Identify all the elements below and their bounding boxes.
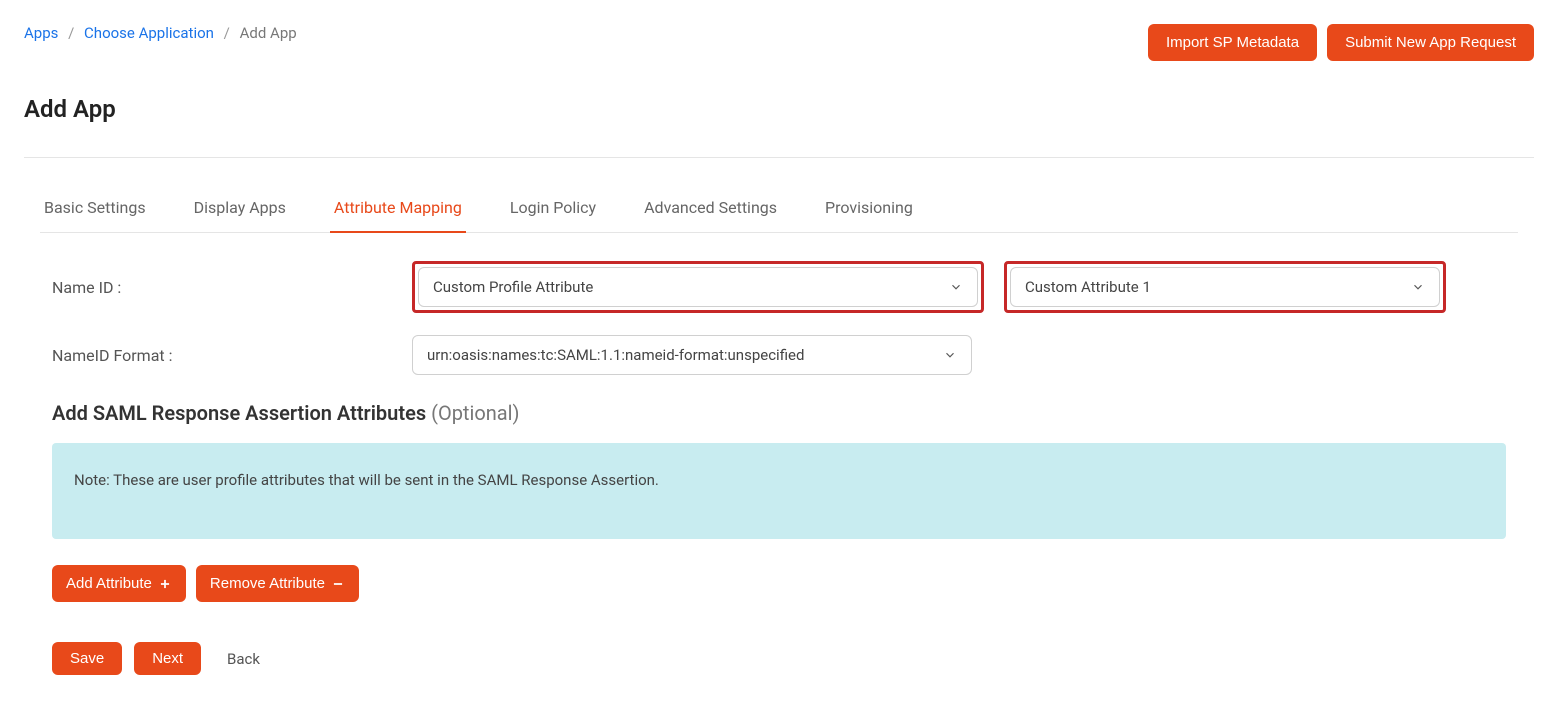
tab-basic-settings[interactable]: Basic Settings xyxy=(40,188,150,233)
breadcrumb-apps[interactable]: Apps xyxy=(24,24,58,42)
name-id-select-value: Custom Profile Attribute xyxy=(433,278,593,296)
nameid-format-select[interactable]: urn:oasis:names:tc:SAML:1.1:nameid-forma… xyxy=(412,335,972,375)
note-text: Note: These are user profile attributes … xyxy=(74,471,659,489)
breadcrumb: Apps / Choose Application / Add App xyxy=(24,24,297,42)
name-id-label: Name ID : xyxy=(52,278,392,297)
top-action-buttons: Import SP Metadata Submit New App Reques… xyxy=(1148,24,1534,61)
custom-attribute-select[interactable]: Custom Attribute 1 xyxy=(1010,267,1440,307)
optional-label: (Optional) xyxy=(431,401,519,425)
save-button[interactable]: Save xyxy=(52,642,122,675)
breadcrumb-choose-application[interactable]: Choose Application xyxy=(84,24,214,42)
tab-bar: Basic Settings Display Apps Attribute Ma… xyxy=(40,188,1518,233)
tab-display-apps[interactable]: Display Apps xyxy=(190,188,290,233)
divider xyxy=(24,157,1534,158)
import-sp-metadata-button[interactable]: Import SP Metadata xyxy=(1148,24,1317,61)
plus-icon xyxy=(158,577,172,591)
back-link[interactable]: Back xyxy=(227,650,260,668)
tab-attribute-mapping[interactable]: Attribute Mapping xyxy=(330,188,466,233)
tab-login-policy[interactable]: Login Policy xyxy=(506,188,600,233)
breadcrumb-separator: / xyxy=(224,24,230,42)
tab-provisioning[interactable]: Provisioning xyxy=(821,188,917,233)
page-title: Add App xyxy=(24,95,1534,123)
assertion-attributes-heading-text: Add SAML Response Assertion Attributes xyxy=(52,401,431,425)
remove-attribute-button[interactable]: Remove Attribute xyxy=(196,565,359,602)
custom-attribute-select-value: Custom Attribute 1 xyxy=(1025,278,1151,296)
add-attribute-button[interactable]: Add Attribute xyxy=(52,565,186,602)
breadcrumb-current: Add App xyxy=(240,24,297,42)
minus-icon xyxy=(331,577,345,591)
chevron-down-icon xyxy=(949,280,963,294)
note-box: Note: These are user profile attributes … xyxy=(52,443,1506,539)
add-attribute-label: Add Attribute xyxy=(66,575,152,592)
breadcrumb-separator: / xyxy=(68,24,74,42)
tab-advanced-settings[interactable]: Advanced Settings xyxy=(640,188,781,233)
name-id-select[interactable]: Custom Profile Attribute xyxy=(418,267,978,307)
remove-attribute-label: Remove Attribute xyxy=(210,575,325,592)
nameid-format-label: NameID Format : xyxy=(52,346,392,365)
chevron-down-icon xyxy=(943,348,957,362)
nameid-format-select-value: urn:oasis:names:tc:SAML:1.1:nameid-forma… xyxy=(427,346,804,364)
chevron-down-icon xyxy=(1411,280,1425,294)
submit-new-app-request-button[interactable]: Submit New App Request xyxy=(1327,24,1534,61)
next-button[interactable]: Next xyxy=(134,642,201,675)
assertion-attributes-heading: Add SAML Response Assertion Attributes (… xyxy=(52,401,1506,425)
